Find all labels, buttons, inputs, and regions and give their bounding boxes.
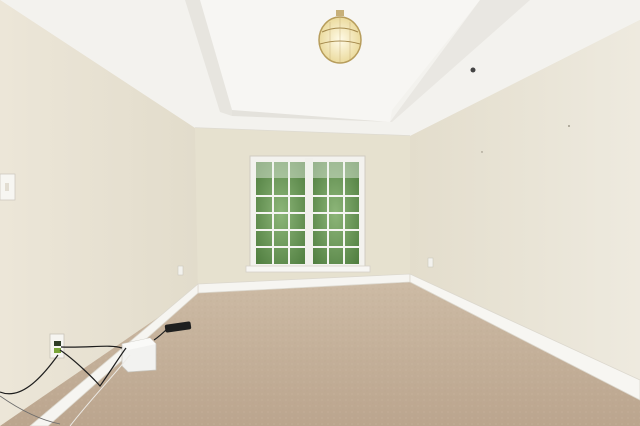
room-photo: [0, 0, 640, 426]
light-switch: [0, 173, 16, 201]
power-outlet: [49, 333, 65, 359]
wall-outlet-right: [427, 257, 434, 268]
room-illustration: [0, 0, 640, 426]
wall-outlet: [177, 265, 184, 276]
smoke-detector-icon: [470, 67, 476, 73]
double-window: [245, 155, 371, 273]
